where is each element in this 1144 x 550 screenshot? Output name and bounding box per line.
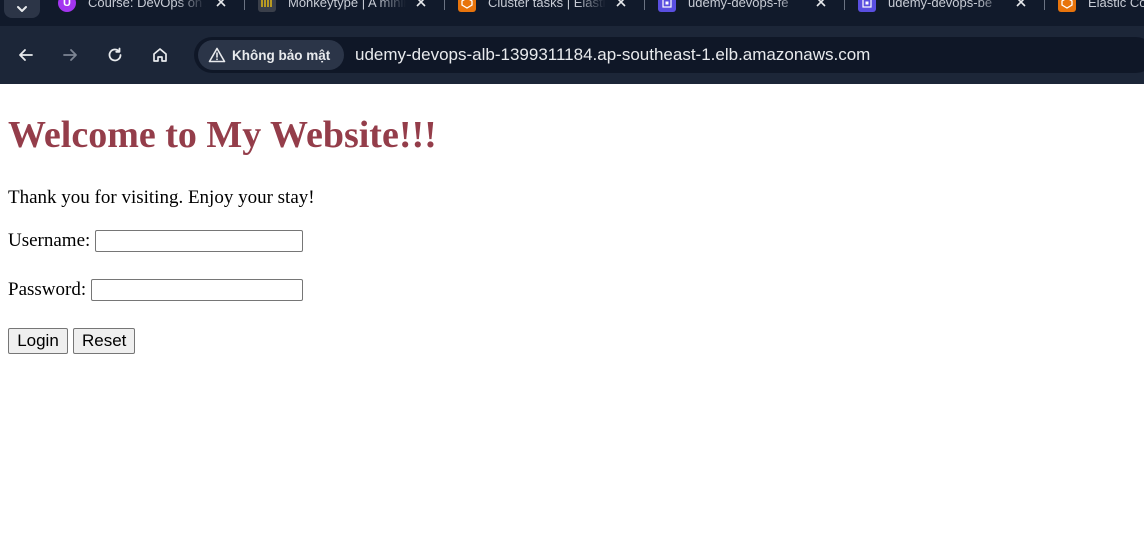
chevron-down-icon: [17, 6, 27, 12]
tab-title: Course: DevOps on AWS: [88, 0, 206, 10]
tab-5[interactable]: Elastic Container Service: [1058, 0, 1144, 26]
close-icon: [416, 0, 426, 7]
address-bar[interactable]: Không bảo mật udemy-devops-alb-139931118…: [194, 37, 1144, 73]
password-row: Password:: [8, 278, 304, 302]
tab-close-button[interactable]: [1010, 0, 1032, 12]
password-label: Password:: [8, 279, 87, 300]
tab-divider: [644, 0, 645, 10]
page-heading: Welcome to My Website!!!: [8, 114, 437, 156]
warning-icon: [208, 46, 226, 64]
browser-toolbar: Không bảo mật udemy-devops-alb-139931118…: [0, 26, 1144, 84]
password-input[interactable]: [91, 279, 304, 301]
tab-title: udemy-devops-fe: [688, 0, 789, 10]
aws-ec2-icon: [658, 0, 676, 12]
tab-close-button[interactable]: [810, 0, 832, 12]
site-security-chip[interactable]: Không bảo mật: [198, 40, 344, 70]
username-row: Username:: [8, 229, 304, 253]
tab-1[interactable]: Monkeytype | A minimalistic typing test: [258, 0, 458, 26]
arrow-left-icon: [19, 49, 33, 61]
tab-close-button[interactable]: [210, 0, 232, 12]
tab-divider: [844, 0, 845, 10]
tab-title: udemy-devops-be: [888, 0, 993, 10]
tab-title: Elastic Container Service: [1088, 0, 1144, 10]
tab-search-button[interactable]: [4, 0, 40, 18]
tab-2[interactable]: Cluster tasks | Elastic Container Servic…: [458, 0, 658, 26]
close-icon: [1016, 0, 1026, 7]
tab-title: Cluster tasks | Elastic Container Servic…: [488, 0, 606, 10]
udemy-icon: U: [58, 0, 76, 12]
tab-divider: [444, 0, 445, 10]
close-icon: [216, 0, 226, 7]
page-content: Welcome to My Website!!! Thank you for v…: [0, 84, 1144, 550]
tab-3[interactable]: udemy-devops-fe: [658, 0, 858, 26]
tab-divider: [1044, 0, 1045, 10]
tab-4[interactable]: udemy-devops-be: [858, 0, 1058, 26]
home-icon: [153, 48, 167, 62]
aws-ecs-icon: [1058, 0, 1076, 12]
back-button[interactable]: [11, 40, 41, 70]
tab-close-button[interactable]: [410, 0, 432, 12]
tab-close-button[interactable]: [610, 0, 632, 12]
tab-title: Monkeytype | A minimalistic typing test: [288, 0, 406, 10]
monkeytype-icon: [258, 0, 276, 12]
intro-text: Thank you for visiting. Enjoy your stay!: [8, 187, 315, 208]
username-input[interactable]: [95, 230, 304, 252]
home-button[interactable]: [145, 40, 175, 70]
forward-button[interactable]: [55, 40, 85, 70]
tab-0[interactable]: U Course: DevOps on AWS: [58, 0, 258, 26]
arrow-right-icon: [63, 49, 77, 61]
reset-button[interactable]: Reset: [73, 328, 135, 354]
url-text[interactable]: udemy-devops-alb-1399311184.ap-southeast…: [355, 45, 870, 65]
close-icon: [816, 0, 826, 7]
close-icon: [616, 0, 626, 7]
aws-ec2-icon: [858, 0, 876, 12]
aws-ecs-icon: [458, 0, 476, 12]
reload-icon: [108, 47, 122, 62]
tab-divider: [244, 0, 245, 10]
username-label: Username:: [8, 230, 91, 251]
login-button[interactable]: Login: [8, 328, 68, 354]
tab-strip: U Course: DevOps on AWS Monkeytype | A m…: [0, 0, 1144, 26]
security-label: Không bảo mật: [232, 47, 331, 63]
reload-button[interactable]: [100, 40, 130, 70]
